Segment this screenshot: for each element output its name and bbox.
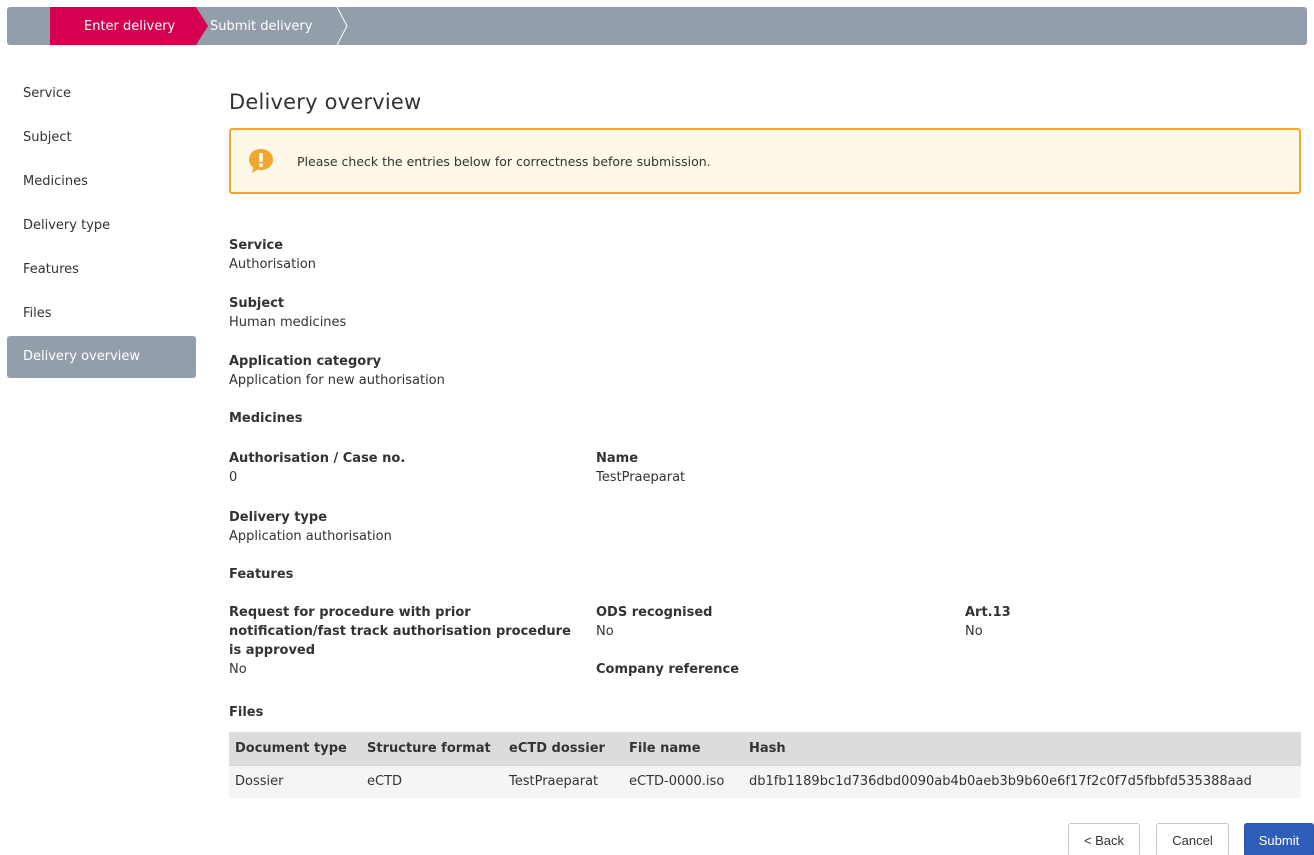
medicines-heading: Medicines	[229, 411, 303, 426]
step-chevron-icon	[336, 7, 348, 45]
company-reference-label: Company reference	[596, 662, 740, 677]
application-category-label: Application category	[229, 354, 382, 369]
service-value: Authorisation	[229, 257, 317, 272]
application-category-field: Application category Application for new…	[229, 352, 445, 390]
col-ectd-dossier: eCTD dossier	[503, 732, 623, 765]
sidebar-item-features[interactable]: Features	[7, 248, 196, 292]
progress-step-bar: Enter delivery Submit delivery	[7, 7, 1307, 45]
cell-document-type: Dossier	[229, 764, 361, 798]
fast-track-field: Request for procedure with prior notific…	[229, 603, 579, 679]
cell-structure-format: eCTD	[361, 764, 503, 798]
fast-track-label-line3: is approved	[229, 643, 316, 658]
fast-track-value: No	[229, 662, 247, 677]
table-header-row: Document type Structure format eCTD doss…	[229, 732, 1301, 765]
service-label: Service	[229, 238, 284, 253]
files-heading: Files	[229, 705, 264, 720]
sidebar-item-subject[interactable]: Subject	[7, 116, 196, 160]
cell-file-name: eCTD-0000.iso	[623, 764, 743, 798]
ods-value: No	[596, 624, 614, 639]
step-submit-delivery: Submit delivery	[200, 7, 348, 45]
ods-label: ODS recognised	[596, 605, 713, 620]
delivery-type-value: Application authorisation	[229, 529, 392, 544]
sidebar-item-delivery-type[interactable]: Delivery type	[7, 204, 196, 248]
case-no-field: Authorisation / Case no. 0	[229, 449, 405, 487]
sidebar-item-delivery-overview[interactable]: Delivery overview	[7, 336, 196, 378]
subject-label: Subject	[229, 296, 285, 311]
step-enter-delivery-label: Enter delivery	[84, 18, 176, 34]
submit-button[interactable]: Submit	[1244, 823, 1314, 855]
cell-ectd-dossier: TestPraeparat	[503, 764, 623, 798]
warning-alert: Please check the entries below for corre…	[229, 128, 1301, 194]
medicine-name-field: Name TestPraeparat	[596, 449, 685, 487]
art13-field: Art.13 No	[965, 603, 1011, 641]
fast-track-label-line2: notification/fast track authorisation pr…	[229, 624, 571, 639]
ods-field: ODS recognised No	[596, 603, 712, 641]
subject-field: Subject Human medicines	[229, 294, 346, 332]
sidebar-nav: Service Subject Medicines Delivery type …	[7, 72, 196, 378]
back-button[interactable]: < Back	[1068, 823, 1140, 855]
delivery-type-field: Delivery type Application authorisation	[229, 508, 392, 546]
delivery-type-label: Delivery type	[229, 510, 328, 525]
fast-track-label-line1: Request for procedure with prior	[229, 605, 471, 620]
page-title: Delivery overview	[229, 90, 422, 114]
service-field: Service Authorisation	[229, 236, 316, 274]
case-no-label: Authorisation / Case no.	[229, 451, 406, 466]
cell-hash: db1fb1189bc1d736dbd0090ab4b0aeb3b9b60e6f…	[743, 764, 1301, 798]
features-heading: Features	[229, 567, 294, 582]
company-reference-field: Company reference	[596, 660, 739, 679]
medicine-name-value: TestPraeparat	[596, 470, 686, 485]
sidebar-item-service[interactable]: Service	[7, 72, 196, 116]
step-enter-delivery: Enter delivery	[50, 7, 208, 45]
col-structure-format: Structure format	[361, 732, 503, 765]
medicine-name-label: Name	[596, 451, 639, 466]
sidebar-item-files[interactable]: Files	[7, 292, 196, 336]
col-file-name: File name	[623, 732, 743, 765]
step-submit-delivery-label: Submit delivery	[210, 18, 313, 34]
files-table: Document type Structure format eCTD doss…	[229, 732, 1301, 798]
case-no-value: 0	[229, 470, 238, 485]
exclamation-icon	[247, 147, 275, 175]
table-row: Dossier eCTD TestPraeparat eCTD-0000.iso…	[229, 764, 1301, 798]
col-hash: Hash	[743, 732, 1301, 765]
application-category-value: Application for new authorisation	[229, 373, 445, 388]
subject-value: Human medicines	[229, 315, 347, 330]
main-content: Delivery overview Please check the entri…	[229, 90, 1301, 194]
sidebar-item-medicines[interactable]: Medicines	[7, 160, 196, 204]
cancel-button[interactable]: Cancel	[1156, 823, 1229, 855]
art13-label: Art.13	[965, 605, 1011, 620]
alert-message: Please check the entries below for corre…	[297, 153, 711, 169]
col-document-type: Document type	[229, 732, 361, 765]
art13-value: No	[965, 624, 983, 639]
